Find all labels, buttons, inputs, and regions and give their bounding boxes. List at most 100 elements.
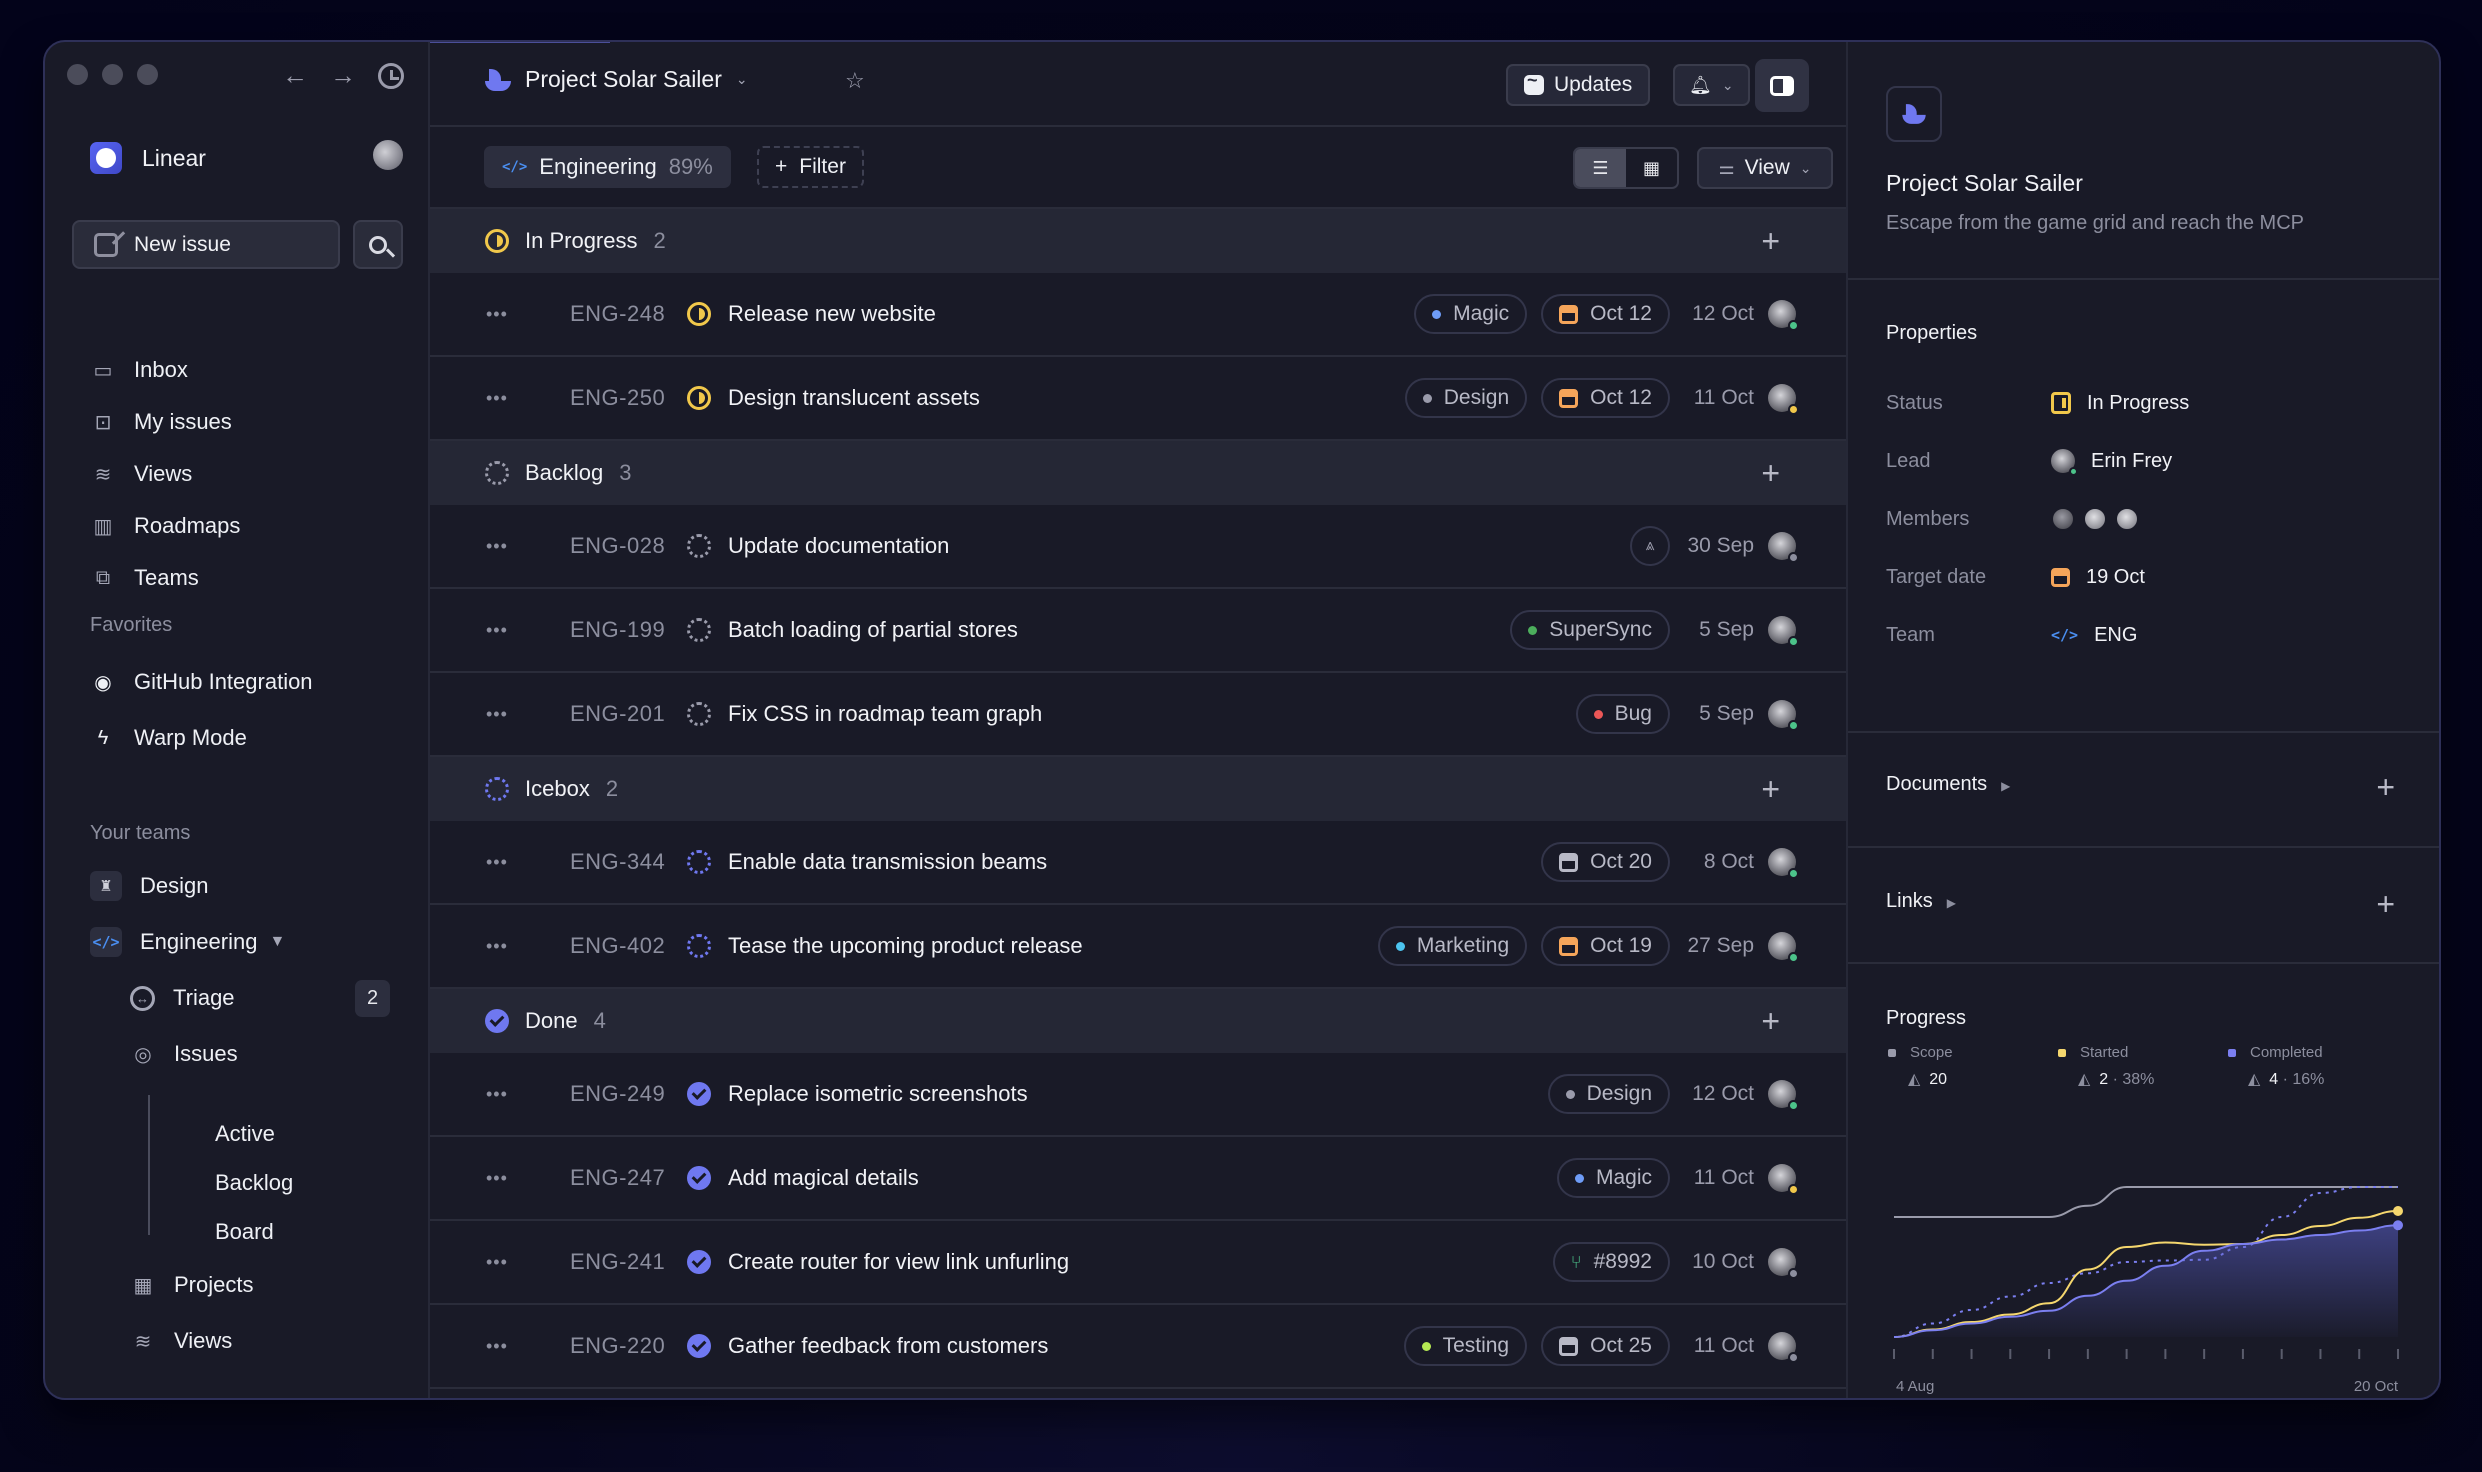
issue-row[interactable]: ••• ENG-247 Add magical details Magic 11 Oct xyxy=(430,1137,1846,1221)
issue-row[interactable]: ••• ENG-028 Update documentation ⩓ 30 Sep xyxy=(430,505,1846,589)
project-icon-button[interactable] xyxy=(1886,86,1942,142)
favorite-github-integration[interactable]: ◉ GitHub Integration xyxy=(90,654,312,710)
user-avatar[interactable] xyxy=(373,140,403,170)
sidebar-item-projects[interactable]: ▦ Projects xyxy=(130,1257,430,1313)
more-options-icon[interactable]: ••• xyxy=(486,304,508,325)
due-date-chip[interactable]: Oct 12 xyxy=(1541,294,1670,334)
close-window-button[interactable] xyxy=(67,64,88,85)
group-header-backlog[interactable]: Backlog 3 + xyxy=(430,441,1846,505)
due-date-chip[interactable]: Oct 20 xyxy=(1541,842,1670,882)
list-layout-button[interactable]: ☰ xyxy=(1575,149,1626,187)
sidebar-item-triage[interactable]: ↔ Triage 2 xyxy=(130,970,430,1026)
more-options-icon[interactable]: ••• xyxy=(486,536,508,557)
assignee-avatar[interactable] xyxy=(1768,616,1799,647)
notifications-dropdown[interactable]: 🔔︎ ⌄ xyxy=(1673,64,1750,106)
sidebar-item-board[interactable]: Board xyxy=(215,1207,293,1256)
done-check-icon[interactable] xyxy=(687,1082,711,1106)
more-options-icon[interactable]: ••• xyxy=(486,936,508,957)
add-filter-button[interactable]: + Filter xyxy=(757,146,864,188)
assignee-avatar[interactable] xyxy=(1768,1248,1799,1279)
assignee-avatar[interactable] xyxy=(1768,1164,1799,1195)
add-issue-button[interactable]: + xyxy=(1761,1003,1780,1040)
sidebar-item-teams[interactable]: ⧉ Teams xyxy=(90,552,240,604)
group-header-done[interactable]: Done 4 + xyxy=(430,989,1846,1053)
assignee-avatar[interactable] xyxy=(1768,932,1799,963)
pull-request-chip[interactable]: ⑂ #8992 xyxy=(1552,1242,1670,1282)
favorite-warp-mode[interactable]: ϟ Warp Mode xyxy=(90,710,313,766)
add-issue-button[interactable]: + xyxy=(1761,223,1780,260)
more-options-icon[interactable]: ••• xyxy=(486,852,508,873)
backlog-icon[interactable] xyxy=(687,534,711,558)
label-chip[interactable]: Design xyxy=(1547,1074,1670,1114)
issue-row[interactable]: ••• ENG-249 Replace isometric screenshots D… xyxy=(430,1053,1846,1137)
team-design[interactable]: ♜ Design xyxy=(90,858,285,914)
more-options-icon[interactable]: ••• xyxy=(486,1336,508,1357)
zoom-window-button[interactable] xyxy=(137,64,158,85)
label-chip[interactable]: Marketing xyxy=(1377,926,1528,966)
issue-row[interactable]: ••• ENG-344 Enable data transmission beams… xyxy=(430,821,1846,905)
group-header-in-progress[interactable]: In Progress 2 + xyxy=(430,209,1846,273)
due-date-chip[interactable]: Oct 12 xyxy=(1541,378,1670,418)
forward-arrow-icon[interactable]: → xyxy=(330,60,356,91)
favorite-star-icon[interactable]: ☆ xyxy=(845,68,865,94)
toggle-details-panel-button[interactable] xyxy=(1755,59,1809,112)
project-title-dropdown[interactable]: Project Solar Sailer ⌄ xyxy=(485,66,748,93)
view-options-button[interactable]: ⚌ View ⌄ xyxy=(1697,147,1833,189)
search-button[interactable] xyxy=(353,220,403,269)
status-value[interactable]: In Progress xyxy=(2051,392,2189,415)
assignee-avatar[interactable] xyxy=(1768,1080,1799,1111)
sidebar-item-views[interactable]: ≋ Views xyxy=(90,448,240,500)
assignee-avatar[interactable] xyxy=(1768,1332,1799,1363)
in-progress-icon[interactable] xyxy=(687,302,711,326)
sentry-icon[interactable]: ⩓ xyxy=(1630,526,1670,566)
done-check-icon[interactable] xyxy=(687,1250,711,1274)
lead-value[interactable]: Erin Frey xyxy=(2051,449,2172,476)
done-check-icon[interactable] xyxy=(687,1166,711,1190)
history-clock-icon[interactable] xyxy=(378,62,404,89)
more-options-icon[interactable]: ••• xyxy=(486,620,508,641)
sidebar-item-active[interactable]: Active xyxy=(215,1109,293,1158)
sidebar-item-backlog[interactable]: Backlog xyxy=(215,1158,293,1207)
issue-row[interactable]: ••• ENG-201 Fix CSS in roadmap team graph B… xyxy=(430,673,1846,757)
new-issue-button[interactable]: New issue xyxy=(72,220,340,269)
group-header-icebox[interactable]: Icebox 2 + xyxy=(430,757,1846,821)
add-issue-button[interactable]: + xyxy=(1761,771,1780,808)
label-chip[interactable]: Testing xyxy=(1403,1326,1528,1366)
backlog-icon[interactable] xyxy=(687,618,711,642)
label-chip[interactable]: Design xyxy=(1404,378,1528,418)
issue-row[interactable]: ••• ENG-241 Create router for view link un… xyxy=(430,1221,1846,1305)
team-engineering[interactable]: </> Engineering ▼ xyxy=(90,914,285,970)
label-chip[interactable]: Magic xyxy=(1414,294,1528,334)
icebox-icon[interactable] xyxy=(687,934,711,958)
add-issue-button[interactable]: + xyxy=(1761,455,1780,492)
add-link-button[interactable]: + xyxy=(2376,886,2395,923)
label-chip[interactable]: Magic xyxy=(1556,1158,1670,1198)
minimize-window-button[interactable] xyxy=(102,64,123,85)
team-filter-chip[interactable]: </> Engineering 89% xyxy=(484,146,731,188)
icebox-icon[interactable] xyxy=(687,850,711,874)
sidebar-item-roadmaps[interactable]: ▥ Roadmaps xyxy=(90,500,241,552)
members-avatars[interactable] xyxy=(2051,507,2139,531)
documents-toggle[interactable]: Documents ▶ xyxy=(1886,773,2010,796)
team-value[interactable]: </> ENG xyxy=(2051,624,2137,647)
back-arrow-icon[interactable]: ← xyxy=(282,60,308,91)
sidebar-item-issues[interactable]: ◎ Issues xyxy=(130,1026,430,1082)
assignee-avatar[interactable] xyxy=(1768,848,1799,879)
done-check-icon[interactable] xyxy=(687,1334,711,1358)
more-options-icon[interactable]: ••• xyxy=(486,1252,508,1273)
assignee-avatar[interactable] xyxy=(1768,384,1799,415)
more-options-icon[interactable]: ••• xyxy=(486,704,508,725)
board-layout-button[interactable]: ▦ xyxy=(1626,149,1677,187)
more-options-icon[interactable]: ••• xyxy=(486,388,508,409)
target-date-value[interactable]: 19 Oct xyxy=(2051,566,2145,589)
label-chip[interactable]: SuperSync xyxy=(1510,610,1670,650)
more-options-icon[interactable]: ••• xyxy=(486,1084,508,1105)
assignee-avatar[interactable] xyxy=(1768,300,1799,331)
caret-down-icon[interactable]: ▼ xyxy=(269,933,285,951)
sidebar-item-my-issues[interactable]: ⊡ My issues xyxy=(90,396,240,448)
due-date-chip[interactable]: Oct 25 xyxy=(1541,1326,1670,1366)
label-chip[interactable]: Bug xyxy=(1575,694,1670,734)
issue-row[interactable]: ••• ENG-199 Batch loading of partial store… xyxy=(430,589,1846,673)
issue-row[interactable]: ••• ENG-248 Release new website Magic Oct 12… xyxy=(430,273,1846,357)
sidebar-item-inbox[interactable]: ▭ Inbox xyxy=(90,344,240,396)
